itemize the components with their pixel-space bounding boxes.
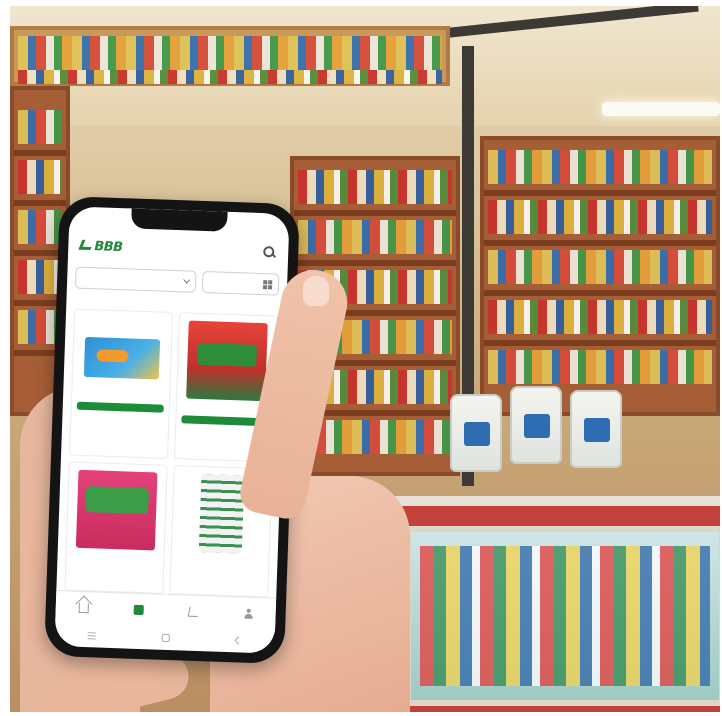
shelf-right bbox=[480, 136, 720, 416]
thumbnail bbox=[303, 276, 329, 306]
category-dropdown[interactable] bbox=[74, 266, 197, 293]
nav-item-products[interactable] bbox=[133, 604, 144, 616]
cart-icon bbox=[187, 606, 200, 617]
back-icon[interactable] bbox=[234, 636, 243, 645]
nav-item-home[interactable] bbox=[78, 602, 89, 614]
shelf-top bbox=[10, 26, 450, 86]
logo-text: BBB bbox=[94, 238, 123, 255]
add-to-cart-button[interactable] bbox=[76, 401, 164, 413]
fluorescent-lamp bbox=[602, 102, 720, 116]
product-price bbox=[182, 410, 269, 413]
product-grid bbox=[64, 308, 279, 598]
product-price bbox=[77, 397, 164, 400]
nav-item-cart[interactable] bbox=[187, 606, 200, 618]
filter-row bbox=[74, 266, 280, 298]
user-icon bbox=[243, 608, 253, 618]
home-icon bbox=[78, 602, 89, 613]
product-brand bbox=[72, 553, 159, 556]
grid-view-icon[interactable] bbox=[262, 279, 273, 289]
app-header: BBB bbox=[68, 228, 289, 270]
product-image[interactable] bbox=[198, 473, 245, 554]
product-image[interactable] bbox=[186, 320, 268, 402]
product-card[interactable] bbox=[64, 460, 168, 594]
bag-icon bbox=[133, 604, 144, 615]
home-button-icon[interactable] bbox=[161, 633, 170, 643]
bottom-nav bbox=[55, 590, 277, 632]
nav-item-account[interactable] bbox=[243, 608, 253, 620]
product-name[interactable] bbox=[182, 406, 269, 409]
product-name[interactable] bbox=[77, 393, 164, 396]
water-jug bbox=[570, 390, 622, 468]
sort-control[interactable] bbox=[201, 270, 280, 296]
counter-goods bbox=[420, 546, 710, 686]
product-brand bbox=[177, 557, 264, 560]
chevron-down-icon bbox=[183, 276, 191, 284]
water-jug bbox=[450, 394, 502, 472]
product-image[interactable] bbox=[75, 469, 158, 550]
app-logo[interactable]: BBB bbox=[78, 238, 123, 255]
water-jug bbox=[510, 386, 562, 464]
logo-mark-icon bbox=[78, 239, 95, 250]
recent-apps-icon[interactable] bbox=[87, 631, 96, 640]
search-icon[interactable] bbox=[262, 245, 276, 259]
product-brand bbox=[182, 404, 269, 407]
product-image[interactable] bbox=[83, 336, 161, 380]
product-brand bbox=[77, 391, 164, 394]
phone-notch bbox=[131, 208, 228, 232]
product-card[interactable] bbox=[69, 308, 174, 459]
